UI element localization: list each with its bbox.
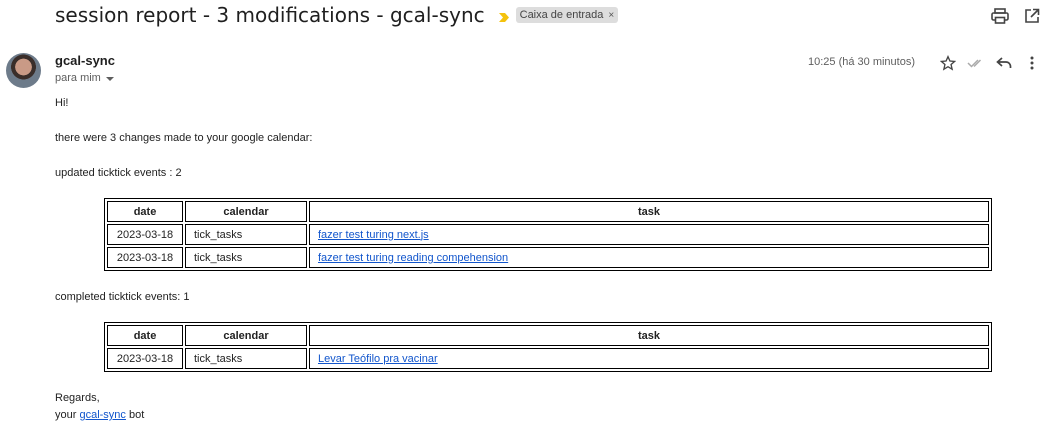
completed-heading: completed ticktick events: 1	[55, 291, 190, 303]
table-row: 2023-03-18 tick_tasks fazer test turing …	[107, 247, 989, 268]
intro-text: there were 3 changes made to your google…	[55, 132, 313, 144]
column-header-calendar: calendar	[185, 201, 307, 222]
column-header-task: task	[309, 201, 989, 222]
date-cell: 2023-03-18	[107, 348, 183, 369]
task-cell: Levar Teófilo pra vacinar	[309, 348, 989, 369]
inbox-label-chip[interactable]: Caixa de entrada ×	[515, 7, 619, 23]
task-link[interactable]: fazer test turing next.js	[318, 229, 429, 241]
sign-off-text: Regards,	[55, 392, 100, 404]
importance-marker-icon[interactable]	[498, 10, 510, 22]
reply-icon[interactable]	[992, 52, 1016, 74]
calendar-cell: tick_tasks	[185, 348, 307, 369]
star-icon[interactable]	[936, 52, 960, 74]
calendar-cell: tick_tasks	[185, 247, 307, 268]
updated-events-table: date calendar task 2023-03-18 tick_tasks…	[104, 198, 992, 271]
remove-label-icon[interactable]: ×	[608, 10, 614, 21]
chevron-down-icon[interactable]	[105, 77, 114, 81]
table-row: 2023-03-18 tick_tasks Levar Teófilo pra …	[107, 348, 989, 369]
task-cell: fazer test turing reading compehension	[309, 247, 989, 268]
recipient-row[interactable]: para mim	[55, 72, 114, 84]
task-link[interactable]: fazer test turing reading compehension	[318, 252, 508, 264]
more-options-icon[interactable]	[1020, 52, 1044, 74]
recipient-text: para mim	[55, 72, 101, 84]
print-icon[interactable]	[988, 5, 1012, 27]
message-actions	[936, 52, 1044, 74]
column-header-date: date	[107, 325, 183, 346]
message-timestamp: 10:25 (há 30 minutos)	[807, 56, 915, 68]
sender-avatar[interactable]	[6, 53, 41, 88]
open-in-new-window-icon[interactable]	[1020, 5, 1044, 27]
gcal-sync-link[interactable]: gcal-sync	[79, 409, 125, 421]
signature-suffix: bot	[129, 409, 145, 421]
updated-heading: updated ticktick events : 2	[55, 167, 182, 179]
completed-events-table: date calendar task 2023-03-18 tick_tasks…	[104, 322, 992, 372]
task-cell: fazer test turing next.js	[309, 224, 989, 245]
thread-actions	[988, 5, 1044, 27]
read-check-icon[interactable]	[964, 52, 988, 74]
signature-prefix: your	[55, 409, 77, 421]
table-row: 2023-03-18 tick_tasks fazer test turing …	[107, 224, 989, 245]
inbox-label-text: Caixa de entrada	[519, 9, 604, 21]
column-header-task: task	[309, 325, 989, 346]
subject-row: session report - 3 modifications - gcal-…	[55, 0, 619, 30]
email-subject: session report - 3 modifications - gcal-…	[55, 3, 485, 27]
column-header-calendar: calendar	[185, 325, 307, 346]
table-header-row: date calendar task	[107, 325, 989, 346]
greeting-text: Hi!	[55, 97, 69, 109]
date-cell: 2023-03-18	[107, 224, 183, 245]
message-body: Hi! there were 3 changes made to your go…	[55, 97, 1015, 422]
calendar-cell: tick_tasks	[185, 224, 307, 245]
table-header-row: date calendar task	[107, 201, 989, 222]
column-header-date: date	[107, 201, 183, 222]
signature-line: your gcal-sync bot	[55, 409, 1015, 422]
task-link[interactable]: Levar Teófilo pra vacinar	[318, 353, 438, 365]
sender-name[interactable]: gcal-sync	[55, 53, 115, 68]
date-cell: 2023-03-18	[107, 247, 183, 268]
